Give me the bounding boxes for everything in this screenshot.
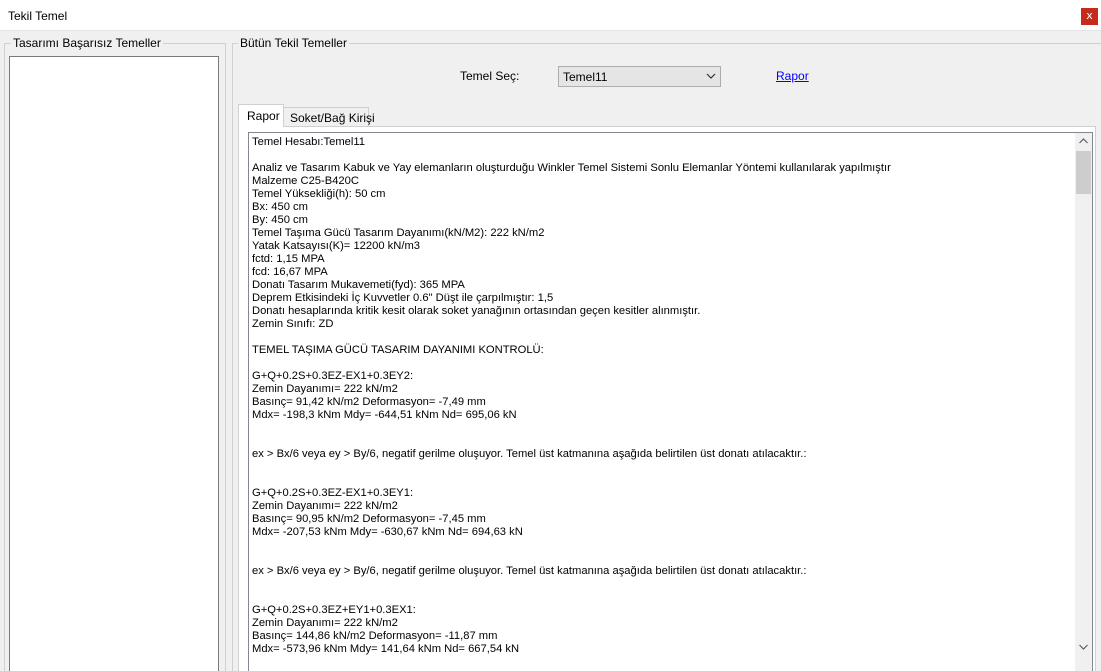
report-line: G+Q+0.2S+0.3EZ-EX1+0.3EY1: xyxy=(252,487,414,499)
report-line: Basınç= 91,42 kN/m2 Deformasyon= -7,49 m… xyxy=(252,396,486,408)
report-line xyxy=(252,357,1072,370)
report-line: ex > Bx/6 veya ey > By/6, negatif gerilm… xyxy=(252,448,807,460)
report-line: Zemin Sınıfı: ZD xyxy=(252,318,334,330)
report-line: TEMEL TAŞIMA GÜCÜ TASARIM DAYANIMI KONTR… xyxy=(252,344,544,356)
report-line: Yatak Katsayısı(K)= 12200 kN/m3 xyxy=(252,240,420,252)
report-line: Malzeme C25-B420C xyxy=(252,175,359,187)
tab-soket-bag-kirisi[interactable]: Soket/Bağ Kirişi xyxy=(283,107,375,127)
failed-foundations-list[interactable] xyxy=(9,56,219,671)
report-line: Zemin Dayanımı= 222 kN/m2 xyxy=(252,617,398,629)
report-line xyxy=(252,591,1072,604)
chevron-down-icon xyxy=(706,73,716,79)
report-line: By: 450 cm xyxy=(252,214,308,226)
report-line: Temel Taşıma Gücü Tasarım Dayanımı(kN/M2… xyxy=(252,227,545,239)
report-line: Analiz ve Tasarım Kabuk ve Yay elemanlar… xyxy=(252,162,891,174)
report-line xyxy=(252,552,1072,565)
report-line xyxy=(252,331,1072,344)
report-line xyxy=(252,435,1072,448)
tab-rapor[interactable]: Rapor xyxy=(238,104,284,127)
report-line xyxy=(252,578,1072,591)
close-button[interactable]: x xyxy=(1081,8,1098,25)
scrollbar-thumb[interactable] xyxy=(1076,151,1091,194)
report-line xyxy=(252,149,1072,162)
foundation-select-value: Temel11 xyxy=(563,70,608,84)
report-line: Temel Hesabı:Temel11 xyxy=(252,136,365,148)
report-line: Deprem Etkisindeki İç Kuvvetler 0.6" Düş… xyxy=(252,292,554,304)
report-line: Mdx= -573,96 kNm Mdy= 141,64 kNm Nd= 667… xyxy=(252,643,520,655)
report-line xyxy=(252,474,1072,487)
failed-foundations-label: Tasarımı Başarısız Temeller xyxy=(11,36,163,50)
vertical-scrollbar[interactable] xyxy=(1075,133,1092,671)
report-line: fctd: 1,15 MPA xyxy=(252,253,325,265)
report-line xyxy=(252,461,1072,474)
report-line xyxy=(252,422,1072,435)
report-line: Donatı hesaplarında kritik kesit olarak … xyxy=(252,305,701,317)
report-line: Basınç= 90,95 kN/m2 Deformasyon= -7,45 m… xyxy=(252,513,486,525)
report-line: G+Q+0.2S+0.3EZ-EX1+0.3EY2: xyxy=(252,370,414,382)
report-line: Temel Yüksekliği(h): 50 cm xyxy=(252,188,386,200)
all-foundations-label: Bütün Tekil Temeller xyxy=(238,36,349,50)
report-text: Temel Hesabı:Temel11 Analiz ve Tasarım K… xyxy=(252,136,1072,656)
report-line: Mdx= -207,53 kNm Mdy= -630,67 kNm Nd= 69… xyxy=(252,526,523,538)
report-line: Mdx= -198,3 kNm Mdy= -644,51 kNm Nd= 695… xyxy=(252,409,517,421)
title-bar: Tekil Temel x xyxy=(0,0,1101,31)
report-line: Zemin Dayanımı= 222 kN/m2 xyxy=(252,383,398,395)
report-link[interactable]: Rapor xyxy=(776,69,809,83)
report-line: fcd: 16,67 MPA xyxy=(252,266,328,278)
report-line: Basınç= 144,86 kN/m2 Deformasyon= -11,87… xyxy=(252,630,498,642)
failed-foundations-group: Tasarımı Başarısız Temeller xyxy=(4,36,226,671)
report-line: Zemin Dayanımı= 222 kN/m2 xyxy=(252,500,398,512)
scroll-up-icon[interactable] xyxy=(1079,138,1088,144)
report-line: ex > Bx/6 veya ey > By/6, negatif gerilm… xyxy=(252,565,807,577)
scroll-down-icon[interactable] xyxy=(1079,644,1088,650)
report-line xyxy=(252,539,1072,552)
tab-panel-rapor: Temel Hesabı:Temel11 Analiz ve Tasarım K… xyxy=(238,126,1096,671)
report-line: Donatı Tasarım Mukavemeti(fyd): 365 MPA xyxy=(252,279,465,291)
foundation-select[interactable]: Temel11 xyxy=(558,66,721,87)
all-foundations-group: Bütün Tekil Temeller Temel Seç: Temel11 … xyxy=(232,36,1101,671)
window-title: Tekil Temel xyxy=(8,9,68,23)
foundation-select-label: Temel Seç: xyxy=(460,69,520,83)
report-textbox[interactable]: Temel Hesabı:Temel11 Analiz ve Tasarım K… xyxy=(248,132,1093,671)
close-icon: x xyxy=(1086,9,1093,22)
report-line: Bx: 450 cm xyxy=(252,201,308,213)
report-line: G+Q+0.2S+0.3EZ+EY1+0.3EX1: xyxy=(252,604,416,616)
